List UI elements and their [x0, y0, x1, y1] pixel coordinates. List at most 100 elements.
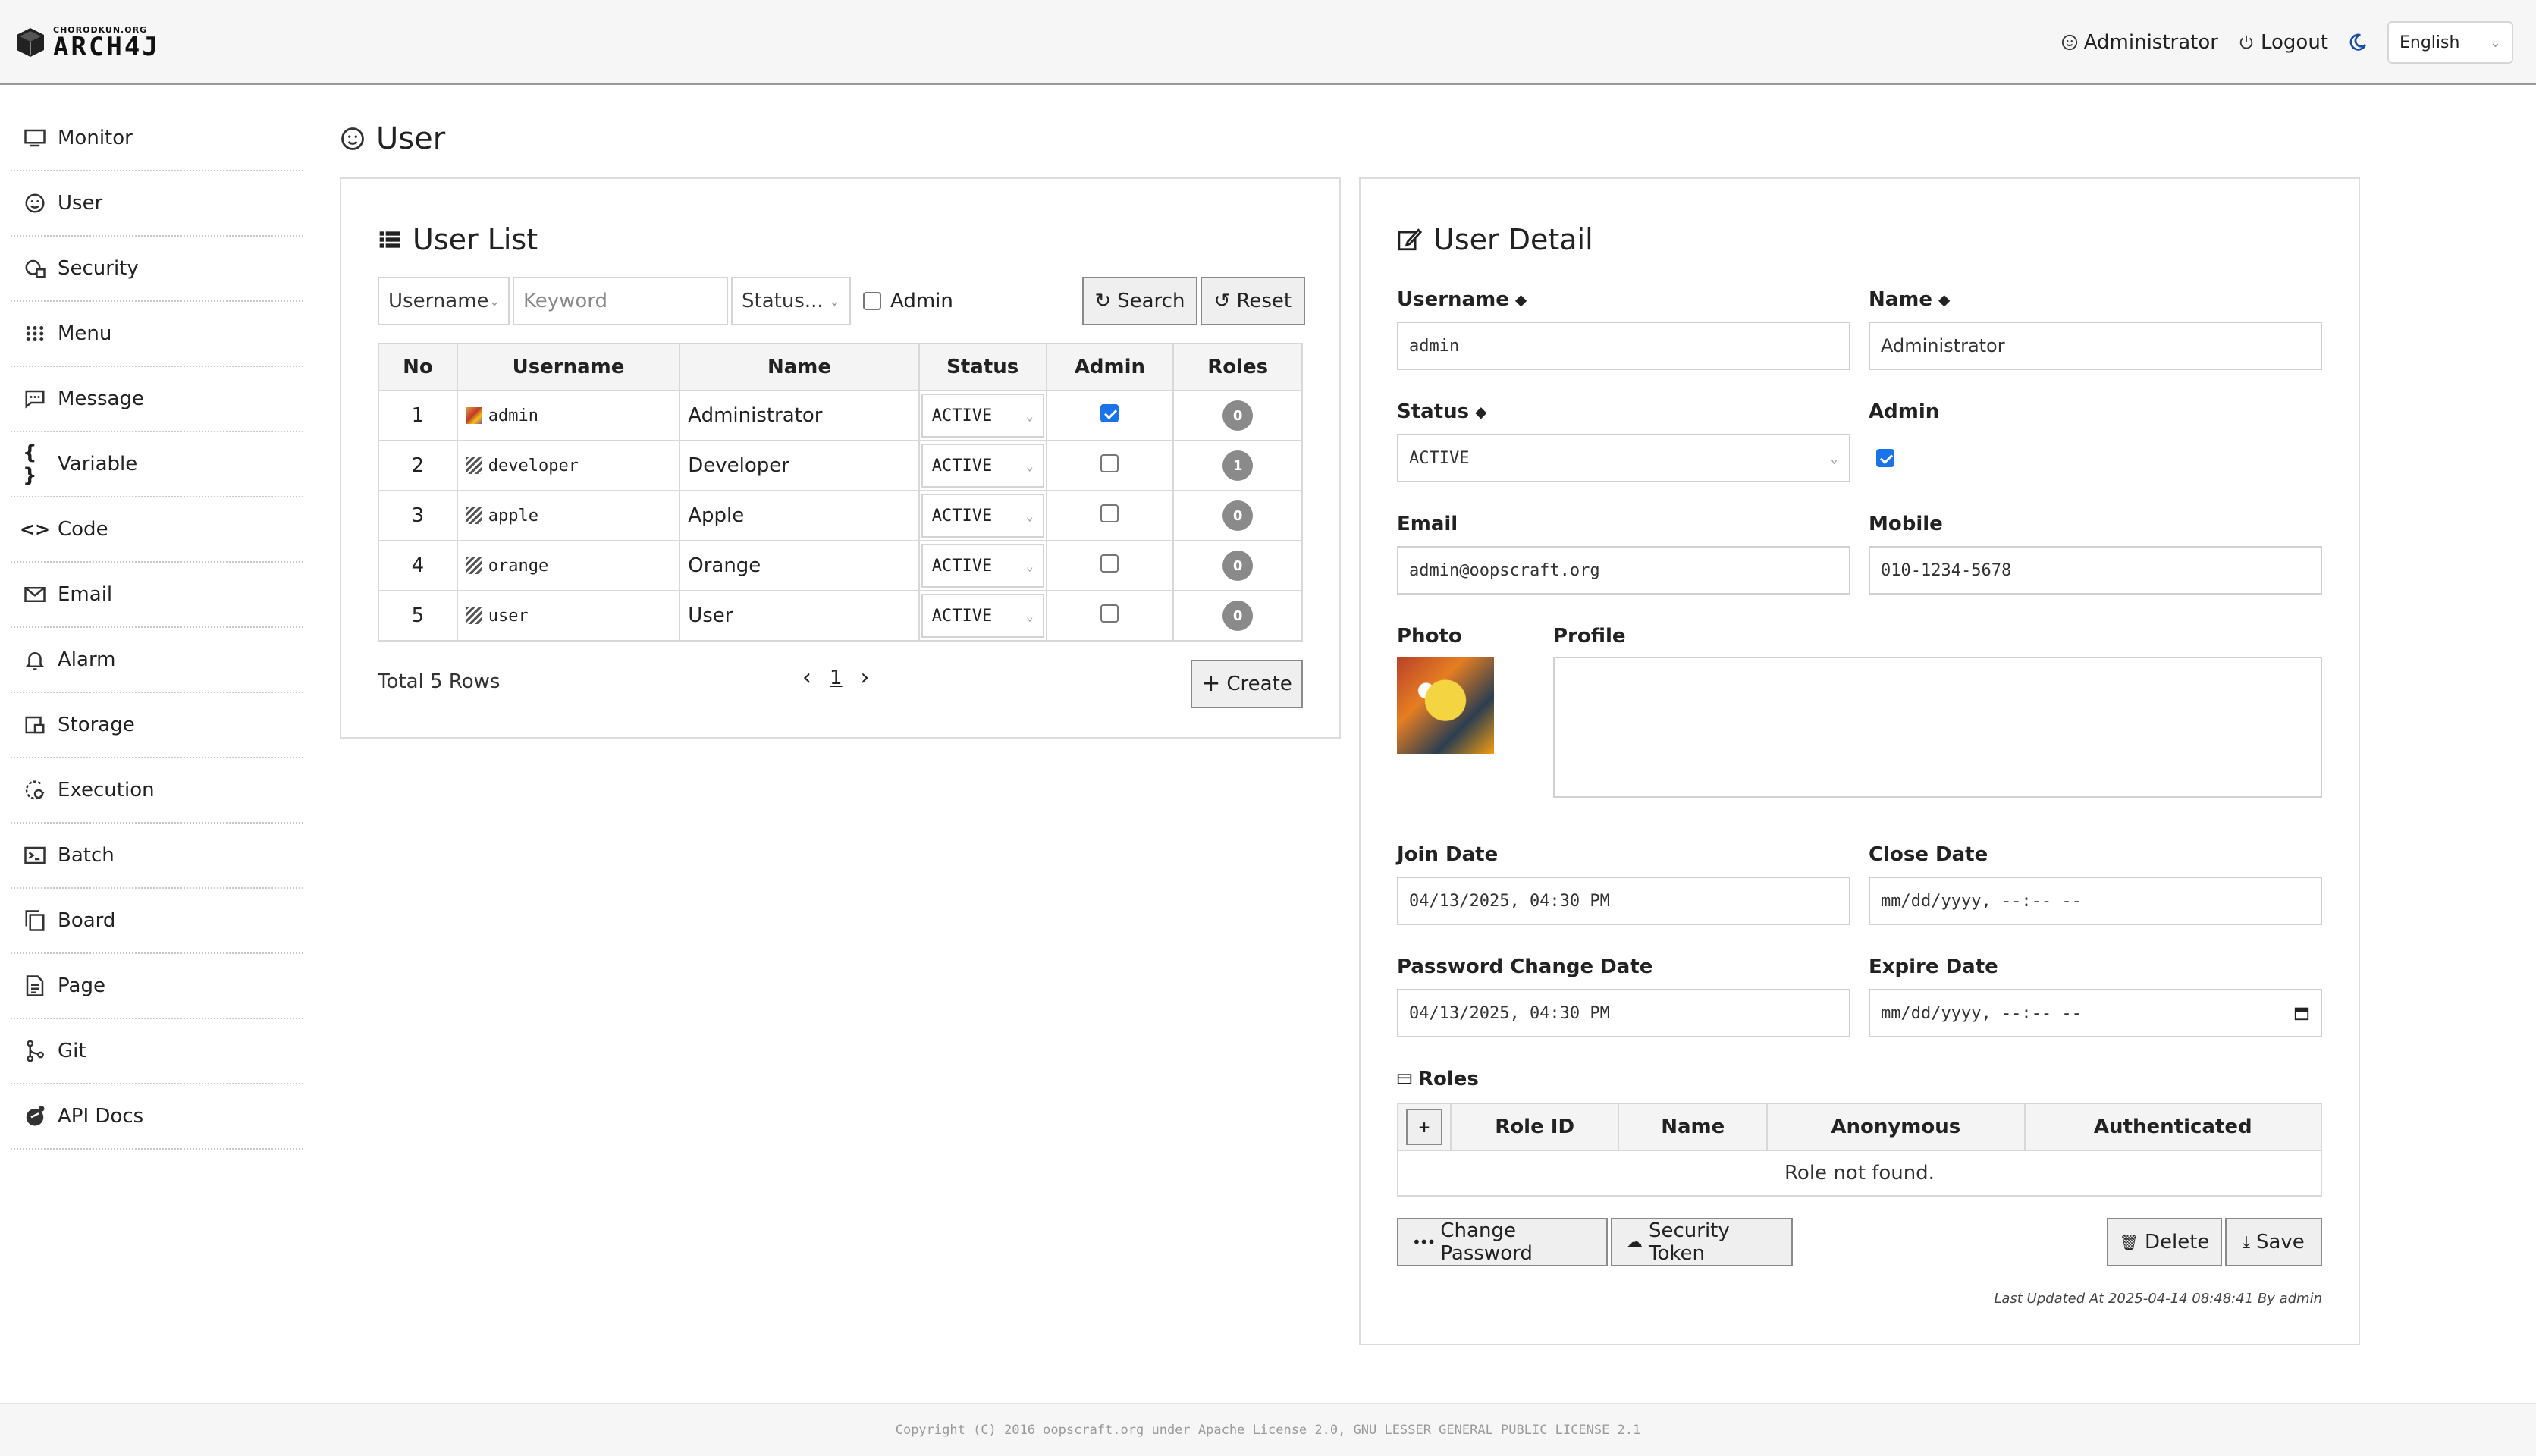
- admin-checkbox[interactable]: [1876, 449, 1894, 467]
- sidebar-item-page[interactable]: Page: [11, 954, 303, 1019]
- profile-textarea[interactable]: [1553, 657, 2322, 798]
- prev-page-icon[interactable]: ‹: [802, 664, 811, 691]
- join-date-field[interactable]: 04/13/2025, 04:30 PM: [1397, 877, 1850, 925]
- row-name: Orange: [679, 540, 920, 592]
- row-status-select[interactable]: ACTIVE ⌄: [921, 544, 1044, 588]
- row-no: 4: [378, 540, 458, 592]
- user-detail-title-text: User Detail: [1433, 223, 1593, 256]
- username-field[interactable]: admin: [1397, 322, 1850, 370]
- email-label: Email: [1397, 513, 1458, 535]
- batch-icon: [23, 843, 47, 868]
- sidebar-item-label: Board: [58, 909, 116, 932]
- sidebar-item-batch[interactable]: Batch: [11, 824, 303, 889]
- name-field[interactable]: Administrator: [1869, 322, 2322, 370]
- row-admin-cell: [1045, 490, 1175, 541]
- add-role-button[interactable]: +: [1405, 1109, 1442, 1145]
- reset-button[interactable]: ↺ Reset: [1200, 277, 1305, 325]
- row-admin-checkbox[interactable]: [1100, 604, 1119, 623]
- table-row[interactable]: 1 admin Administrator ACTIVE ⌄ 0: [378, 390, 1303, 441]
- pagination: ‹ 1 ›: [802, 664, 870, 691]
- table-row[interactable]: 2 developer Developer ACTIVE ⌄ 1: [378, 440, 1303, 491]
- status-select[interactable]: ACTIVE ⌄: [1397, 434, 1850, 482]
- sidebar-item-git[interactable]: Git: [11, 1019, 303, 1084]
- sidebar-item-board[interactable]: Board: [11, 889, 303, 954]
- sidebar-item-monitor[interactable]: Monitor: [11, 106, 303, 171]
- table-row[interactable]: 3 apple Apple ACTIVE ⌄ 0: [378, 490, 1303, 541]
- sidebar-item-menu[interactable]: Menu: [11, 302, 303, 367]
- mobile-field[interactable]: 010-1234-5678: [1869, 546, 2322, 595]
- search-admin-checkbox[interactable]: [863, 292, 881, 310]
- sidebar-item-message[interactable]: Message: [11, 367, 303, 432]
- row-status-select[interactable]: ACTIVE ⌄: [921, 594, 1044, 638]
- mobile-value: 010-1234-5678: [1881, 560, 2012, 580]
- row-status-cell: ACTIVE ⌄: [918, 540, 1047, 592]
- row-status-select[interactable]: ACTIVE ⌄: [921, 444, 1044, 488]
- email-field[interactable]: admin@oopscraft.org: [1397, 546, 1850, 595]
- row-username: developer: [488, 456, 579, 475]
- security-token-button[interactable]: ☁ Security Token: [1611, 1218, 1793, 1266]
- page-number[interactable]: 1: [830, 667, 843, 689]
- app-logo[interactable]: CHORODKUN.ORG ARCH4J: [15, 26, 160, 60]
- language-select[interactable]: English ⌄: [2387, 21, 2513, 64]
- sidebar-item-execution[interactable]: Execution: [11, 758, 303, 824]
- expire-date-field[interactable]: mm/dd/yyyy, --:-- --: [1869, 989, 2322, 1037]
- roles-empty-row: Role not found.: [1397, 1150, 2322, 1197]
- current-user[interactable]: Administrator: [2061, 31, 2218, 54]
- chevron-down-icon: ⌄: [1025, 458, 1034, 473]
- table-row[interactable]: 4 orange Orange ACTIVE ⌄ 0: [378, 540, 1303, 592]
- password-change-date-field[interactable]: 04/13/2025, 04:30 PM: [1397, 989, 1850, 1037]
- row-roles-badge: 0: [1222, 500, 1254, 531]
- sidebar-item-user[interactable]: User: [11, 171, 303, 237]
- sidebar-item-code[interactable]: <> Code: [11, 497, 303, 563]
- sidebar-item-variable[interactable]: { } Variable: [11, 432, 303, 497]
- dark-mode-toggle-icon[interactable]: [2348, 33, 2368, 52]
- row-admin-checkbox[interactable]: [1100, 504, 1119, 522]
- sidebar-item-security[interactable]: Security: [11, 237, 303, 302]
- chevron-down-icon: ⌄: [828, 293, 840, 309]
- sidebar-item-label: Batch: [58, 844, 115, 867]
- row-roles-cell: 1: [1172, 440, 1303, 491]
- delete-button[interactable]: 🗑 Delete: [2107, 1218, 2222, 1266]
- row-admin-checkbox[interactable]: [1100, 554, 1119, 573]
- admin-label: Admin: [1869, 400, 1940, 423]
- sidebar-item-api-docs[interactable]: API Docs: [11, 1084, 303, 1150]
- sidebar-item-label: Security: [58, 257, 139, 280]
- user-circle-icon: [2061, 34, 2077, 51]
- next-page-icon[interactable]: ›: [861, 664, 870, 691]
- search-keyword-input[interactable]: Keyword: [513, 277, 728, 325]
- create-button[interactable]: + Create: [1191, 660, 1303, 708]
- tag-icon: ◆: [1938, 290, 1951, 309]
- row-admin-checkbox[interactable]: [1100, 403, 1119, 422]
- reset-icon: ↺: [1213, 290, 1231, 312]
- code-icon: <>: [19, 519, 51, 540]
- table-row[interactable]: 5 user User ACTIVE ⌄ 0: [378, 590, 1303, 642]
- calendar-icon[interactable]: [2293, 1005, 2310, 1021]
- mobile-label: Mobile: [1869, 513, 1943, 535]
- logout-link[interactable]: Logout: [2238, 31, 2328, 54]
- user-avatar-placeholder: [465, 457, 482, 474]
- search-status-select[interactable]: Status... ⌄: [731, 277, 851, 325]
- search-field-select[interactable]: Username ⌄: [378, 277, 510, 325]
- row-status-select[interactable]: ACTIVE ⌄: [921, 394, 1044, 438]
- sidebar-item-alarm[interactable]: Alarm: [11, 628, 303, 693]
- row-roles-cell: 0: [1172, 390, 1303, 441]
- chevron-down-icon: ⌄: [1025, 508, 1034, 523]
- search-button[interactable]: ↻ Search: [1081, 277, 1197, 325]
- roles-table-header: + Role ID Name Anonymous Authenticated: [1397, 1103, 2323, 1151]
- sidebar-item-label: Email: [58, 583, 113, 606]
- user-photo[interactable]: [1397, 657, 1494, 754]
- variable-icon: { }: [23, 441, 37, 487]
- close-date-field[interactable]: mm/dd/yyyy, --:-- --: [1869, 877, 2322, 925]
- save-button[interactable]: ⤓ Save: [2225, 1218, 2322, 1266]
- row-status-select[interactable]: ACTIVE ⌄: [921, 494, 1044, 538]
- row-status-value: ACTIVE: [931, 606, 993, 626]
- sidebar-item-email[interactable]: Email: [11, 563, 303, 628]
- sidebar-item-storage[interactable]: Storage: [11, 693, 303, 758]
- change-password-label: Change Password: [1440, 1219, 1533, 1265]
- sidebar-item-label: Git: [58, 1040, 86, 1062]
- row-admin-checkbox[interactable]: [1100, 453, 1119, 472]
- email-value: admin@oopscraft.org: [1409, 560, 1600, 580]
- save-label: Save: [2255, 1231, 2305, 1254]
- user-icon: [341, 127, 364, 150]
- change-password-button[interactable]: ••• Change Password: [1397, 1218, 1608, 1266]
